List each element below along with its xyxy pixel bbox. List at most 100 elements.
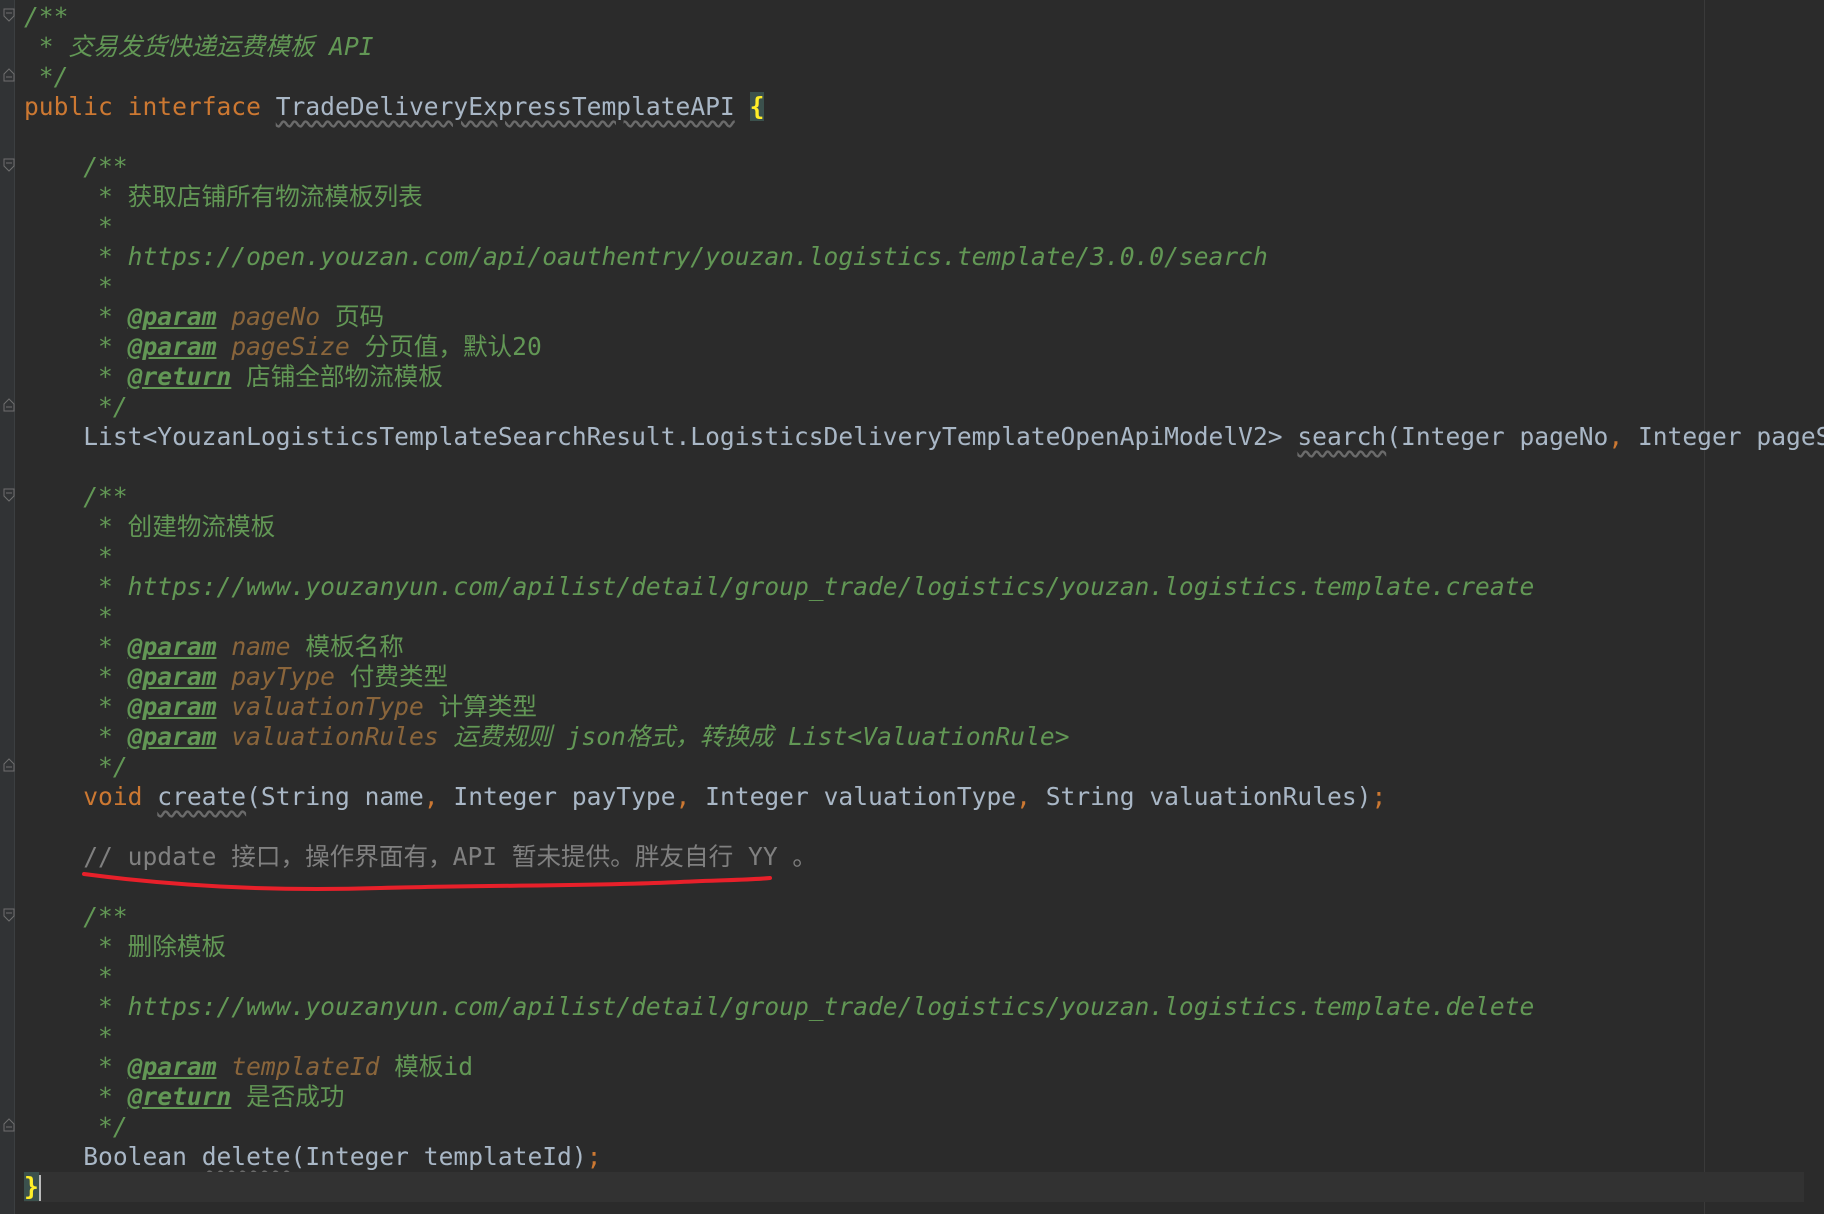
doc-comment: /**: [24, 2, 69, 31]
interface-name[interactable]: TradeDeliveryExpressTemplateAPI: [276, 92, 735, 121]
current-line[interactable]: }: [24, 1172, 1804, 1202]
fold-close-icon[interactable]: [3, 398, 15, 412]
punctuation: ,: [1608, 422, 1624, 451]
doc-comment: * 交易发货快递运费模板 API: [24, 32, 374, 61]
doc-comment: /**: [24, 152, 128, 181]
code-line: * @param templateId 模板id: [24, 1052, 1804, 1082]
method-name[interactable]: delete: [202, 1142, 291, 1171]
code-line: List<YouzanLogisticsTemplateSearchResult…: [24, 422, 1824, 452]
code-line: * @param valuationRules 运费规则 json格式，转换成 …: [24, 722, 1804, 752]
code-editor[interactable]: /** * 交易发货快递运费模板 API */ public interface…: [0, 0, 1824, 1214]
doc-comment: */: [24, 1112, 128, 1141]
doc-comment-url: * https://open.youzan.com/api/oauthentry…: [24, 242, 1268, 271]
param-name: name: [231, 632, 291, 661]
code-line: Boolean delete(Integer templateId);: [24, 1142, 1804, 1172]
fold-open-icon[interactable]: [3, 158, 15, 172]
fold-close-icon[interactable]: [3, 1118, 15, 1132]
gutter-divider: [14, 0, 15, 1214]
doc-comment: * 获取店铺所有物流模板列表: [24, 182, 423, 211]
doc-comment: 付费类型: [334, 662, 449, 691]
doc-tag: @param: [127, 332, 217, 361]
code-line: * 获取店铺所有物流模板列表: [24, 182, 1804, 212]
code-line: public interface TradeDeliveryExpressTem…: [24, 92, 1804, 122]
code-line: * @param pageSize 分页值，默认20: [24, 332, 1804, 362]
method-args: Integer valuationType: [690, 782, 1017, 811]
doc-comment: *: [24, 662, 128, 691]
method-name[interactable]: search: [1297, 422, 1386, 451]
doc-comment: *: [24, 602, 113, 631]
fold-close-icon[interactable]: [3, 68, 15, 82]
code-line: *: [24, 602, 1804, 632]
code-line: /**: [24, 152, 1804, 182]
code-line: /**: [24, 902, 1804, 932]
fold-open-icon[interactable]: [3, 488, 15, 502]
fold-open-icon[interactable]: [3, 908, 15, 922]
brace-highlight: }: [24, 1172, 39, 1201]
doc-comment: * 创建物流模板: [24, 512, 276, 541]
doc-comment: *: [24, 542, 113, 571]
method-args: (Integer pageNo: [1386, 422, 1609, 451]
doc-comment: *: [24, 1052, 128, 1081]
doc-comment: */: [24, 392, 128, 421]
code-line: */: [24, 1112, 1804, 1142]
text-caret: [38, 1175, 41, 1201]
code-line: /**: [24, 482, 1804, 512]
code-line: *: [24, 962, 1804, 992]
keyword: void: [24, 782, 158, 811]
doc-comment: 模板名称: [290, 632, 404, 661]
param-name: pageSize: [231, 332, 350, 361]
fold-close-icon[interactable]: [3, 758, 15, 772]
brace-highlight: {: [749, 92, 765, 121]
doc-comment: */: [24, 752, 128, 781]
method-name[interactable]: create: [157, 782, 246, 811]
code-line: * @param name 模板名称: [24, 632, 1804, 662]
doc-tag: @param: [127, 1052, 217, 1081]
code-line: * @return 店铺全部物流模板: [24, 362, 1804, 392]
code-line: *: [24, 212, 1804, 242]
doc-comment: *: [24, 332, 128, 361]
code-line: void create(String name, Integer payType…: [24, 782, 1804, 812]
param-name: payType: [231, 662, 335, 691]
doc-tag: @return: [127, 362, 232, 391]
doc-comment: 页码: [320, 302, 385, 331]
doc-comment: /**: [24, 902, 128, 931]
doc-tag: @return: [127, 1082, 232, 1111]
punctuation: ,: [423, 782, 439, 811]
doc-comment: 模板id: [379, 1052, 473, 1081]
doc-comment: *: [24, 212, 113, 241]
doc-comment: 计算类型: [423, 692, 537, 721]
code-line: * https://www.youzanyun.com/apilist/deta…: [24, 992, 1804, 1022]
doc-comment: *: [24, 632, 128, 661]
code-area[interactable]: /** * 交易发货快递运费模板 API */ public interface…: [24, 2, 1824, 1202]
code-line: * @param valuationType 计算类型: [24, 692, 1804, 722]
doc-comment: 是否成功: [231, 1082, 345, 1111]
code-line: * https://www.youzanyun.com/apilist/deta…: [24, 572, 1804, 602]
method-args: Integer pageSize): [1637, 422, 1824, 451]
doc-comment: *: [24, 362, 128, 391]
doc-comment: 店铺全部物流模板: [231, 362, 443, 391]
code-line: // update 接口，操作界面有，API 暂未提供。胖友自行 YY 。: [24, 842, 1804, 872]
doc-tag: @param: [127, 662, 217, 691]
doc-comment: /**: [24, 482, 128, 511]
param-name: valuationType: [231, 692, 424, 721]
return-type: Boolean: [24, 1142, 202, 1171]
code-line: *: [24, 542, 1804, 572]
fold-open-icon[interactable]: [3, 8, 15, 22]
code-line: */: [24, 392, 1804, 422]
code-line: * 删除模板: [24, 932, 1804, 962]
editor-gutter: [0, 0, 14, 1214]
method-args: (Integer templateId): [290, 1142, 587, 1171]
doc-comment: 分页值，默认20: [349, 332, 542, 361]
doc-tag: @param: [127, 692, 217, 721]
param-name: pageNo: [231, 302, 321, 331]
method-args: Integer payType: [438, 782, 676, 811]
doc-tag: @param: [127, 722, 217, 751]
doc-comment: *: [24, 302, 128, 331]
doc-comment: * 删除模板: [24, 932, 227, 961]
code-line: */: [24, 62, 1804, 92]
code-line: * 交易发货快递运费模板 API: [24, 32, 1804, 62]
code-line: /**: [24, 2, 1804, 32]
